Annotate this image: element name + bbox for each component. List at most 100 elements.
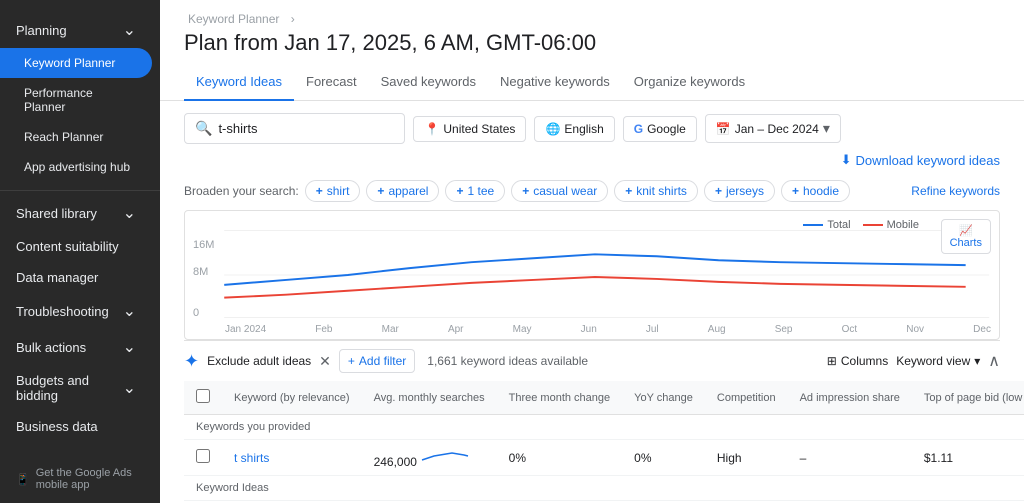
page-title: Plan from Jan 17, 2025, 6 AM, GMT-06:00: [184, 30, 1000, 56]
language-icon: 🌐: [545, 122, 560, 136]
chart-container: 16M 8M 0 Jan 2024 Feb Mar Apr May Jun Ju…: [184, 210, 1000, 340]
th-yoy[interactable]: YoY change: [622, 381, 705, 415]
chart-x-labels: Jan 2024 Feb Mar Apr May Jun Jul Aug Sep…: [225, 324, 991, 335]
content-header: Keyword Planner › Plan from Jan 17, 2025…: [160, 0, 1024, 56]
keyword-view-button[interactable]: Keyword view ▾: [896, 354, 980, 368]
sidebar-footer[interactable]: 📱 Get the Google Ads mobile app: [0, 455, 160, 503]
y-label-top: 16M: [193, 239, 214, 251]
bulk-actions-chevron-icon: ⌄: [123, 337, 136, 357]
sidebar: Planning ⌄ Keyword Planner Performance P…: [0, 0, 160, 503]
sidebar-item-app-advertising-hub[interactable]: App advertising hub: [0, 152, 152, 182]
legend-total-dot: [803, 224, 823, 226]
columns-icon: ⊞: [827, 354, 837, 368]
broaden-chip-casual-wear[interactable]: +casual wear: [511, 180, 608, 202]
exclude-close-icon[interactable]: ✕: [319, 353, 331, 370]
date-chevron-icon: ▾: [823, 120, 830, 137]
th-monthly[interactable]: Avg. monthly searches: [362, 381, 497, 415]
sidebar-item-data-manager[interactable]: Data manager: [0, 262, 152, 293]
sidebar-divider: [0, 190, 160, 191]
sidebar-item-content-suitability[interactable]: Content suitability: [0, 231, 152, 262]
broaden-chip-apparel[interactable]: +apparel: [366, 180, 439, 202]
yoy-cell: 0%: [622, 440, 705, 476]
keyword-cell: t shirts: [222, 440, 362, 476]
three-month-cell: 0%: [497, 440, 623, 476]
download-icon: ⬇: [841, 152, 852, 168]
troubleshooting-chevron-icon: ⌄: [123, 301, 136, 321]
keywords-table: Keyword (by relevance) Avg. monthly sear…: [184, 381, 1024, 503]
collapse-button[interactable]: ∧: [988, 351, 1000, 371]
section-label-ideas: Keyword Ideas: [184, 476, 1024, 501]
tab-saved-keywords[interactable]: Saved keywords: [369, 64, 488, 101]
search-input[interactable]: [218, 121, 394, 136]
keyword-view-chevron-icon: ▾: [974, 354, 980, 368]
select-all-checkbox[interactable]: [196, 389, 210, 403]
row-checkbox[interactable]: [184, 440, 222, 476]
legend-mobile-dot: [863, 224, 883, 226]
tab-forecast[interactable]: Forecast: [294, 64, 369, 101]
language-filter[interactable]: 🌐 English: [534, 116, 614, 142]
broaden-chip-jerseys[interactable]: +jerseys: [704, 180, 775, 202]
th-bid-low[interactable]: Top of page bid (low range): [912, 381, 1024, 415]
network-filter[interactable]: G Google: [623, 116, 697, 142]
magic-wand-icon: ✦: [184, 351, 199, 372]
sidebar-item-performance-planner[interactable]: Performance Planner: [0, 78, 152, 122]
section-label-provided: Keywords you provided: [184, 415, 1024, 440]
columns-button[interactable]: ⊞ Columns: [827, 354, 888, 368]
broaden-chip-1tee[interactable]: +1 tee: [445, 180, 505, 202]
broaden-label: Broaden your search:: [184, 184, 299, 198]
th-three-month[interactable]: Three month change: [497, 381, 623, 415]
tab-organize-keywords[interactable]: Organize keywords: [622, 64, 757, 101]
th-ad-impression[interactable]: Ad impression share: [788, 381, 912, 415]
tab-keyword-ideas[interactable]: Keyword Ideas: [184, 64, 294, 101]
search-icon: 🔍: [195, 120, 212, 137]
broaden-chip-shirt[interactable]: +shirt: [305, 180, 361, 202]
broaden-chip-knit-shirts[interactable]: +knit shirts: [614, 180, 698, 202]
y-label-mid: 8M: [193, 266, 208, 278]
charts-button[interactable]: 📈 Charts: [941, 219, 991, 254]
calendar-icon: 📅: [716, 122, 731, 136]
sparkline-t-shirts: [420, 446, 470, 466]
bid-low-cell: $1.11: [912, 440, 1024, 476]
planning-label: Planning: [16, 23, 67, 38]
filters-bar: 🔍 📍 United States 🌐 English G Google 📅 J…: [160, 101, 1024, 176]
shared-library-chevron-icon: ⌄: [123, 203, 136, 223]
add-filter-plus-icon: +: [348, 354, 355, 368]
location-icon: 📍: [424, 122, 439, 136]
network-icon: G: [634, 122, 643, 136]
sidebar-planning-section: Planning ⌄ Keyword Planner Performance P…: [0, 8, 160, 186]
tab-negative-keywords[interactable]: Negative keywords: [488, 64, 622, 101]
sidebar-item-shared-library[interactable]: Shared library ⌄: [0, 195, 152, 231]
exclude-adult-ideas-button[interactable]: Exclude adult ideas: [207, 354, 311, 368]
sidebar-item-troubleshooting[interactable]: Troubleshooting ⌄: [0, 293, 152, 329]
competition-cell: High: [705, 440, 788, 476]
table-row: t shirts 246,000 0% 0% High – $1.11 $5.9…: [184, 440, 1024, 476]
refine-keywords-button[interactable]: Refine keywords: [911, 184, 1000, 198]
table-area: ✦ Exclude adult ideas ✕ + Add filter 1,6…: [160, 340, 1024, 503]
broaden-chip-hoodie[interactable]: +hoodie: [781, 180, 850, 202]
planning-chevron-icon: ⌄: [123, 20, 136, 40]
table-header-row: Keyword (by relevance) Avg. monthly sear…: [184, 381, 1024, 415]
add-filter-button[interactable]: + Add filter: [339, 349, 415, 373]
sidebar-item-reach-planner[interactable]: Reach Planner: [0, 122, 152, 152]
budgets-and-bidding-chevron-icon: ⌄: [123, 378, 136, 398]
mobile-app-icon: 📱: [16, 473, 30, 486]
date-filter[interactable]: 📅 Jan – Dec 2024 ▾: [705, 114, 841, 143]
y-label-bot: 0: [193, 307, 199, 319]
th-keyword[interactable]: Keyword (by relevance): [222, 381, 362, 415]
chart-icon: 📈: [959, 224, 973, 237]
sidebar-item-business-data[interactable]: Business data: [0, 411, 152, 442]
breadcrumb[interactable]: Keyword Planner ›: [184, 12, 1000, 26]
chart-legend: Total Mobile: [803, 219, 919, 231]
location-filter[interactable]: 📍 United States: [413, 116, 526, 142]
sidebar-item-keyword-planner[interactable]: Keyword Planner: [0, 48, 152, 78]
sidebar-planning-header[interactable]: Planning ⌄: [0, 12, 152, 48]
th-competition[interactable]: Competition: [705, 381, 788, 415]
download-button[interactable]: ⬇ Download keyword ideas: [841, 152, 1000, 168]
table-toolbar: ✦ Exclude adult ideas ✕ + Add filter 1,6…: [184, 340, 1000, 381]
keyword-count-label: 1,661 keyword ideas available: [427, 354, 588, 368]
broaden-bar: Broaden your search: +shirt +apparel +1 …: [160, 176, 1024, 210]
sidebar-item-budgets-and-bidding[interactable]: Budgets and bidding ⌄: [0, 365, 152, 411]
search-box[interactable]: 🔍: [184, 113, 405, 144]
th-checkbox: [184, 381, 222, 415]
sidebar-item-bulk-actions[interactable]: Bulk actions ⌄: [0, 329, 152, 365]
